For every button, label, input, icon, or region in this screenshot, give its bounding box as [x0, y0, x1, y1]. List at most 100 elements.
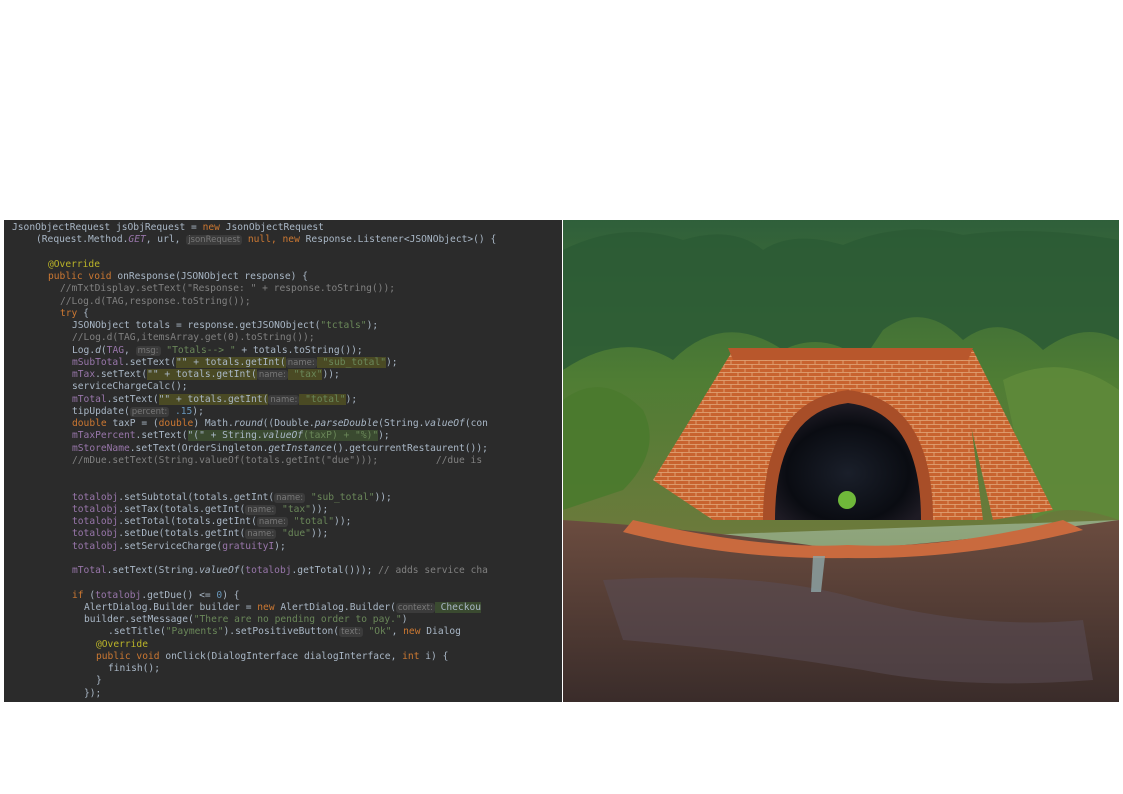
code-token: taxP = ( [112, 418, 159, 429]
code-token: }); [84, 687, 102, 699]
code-token: GET [128, 234, 146, 246]
code-token: round [233, 418, 263, 429]
code-token: "(" + String. [187, 430, 263, 442]
code-token: )); [334, 516, 352, 527]
code-token: .getDue() <= [141, 589, 217, 601]
code-token: "tax" [276, 503, 311, 515]
code-token: double [158, 418, 194, 429]
code-token: .setText( [95, 369, 148, 380]
code-line: finish(); [108, 663, 160, 675]
code-token: name: [245, 529, 277, 540]
code-line: //mTxtDisplay.setText("Response: " + res… [60, 283, 395, 295]
code-token: new [257, 601, 281, 613]
code-line: totalobj.setTax(totals.getInt(name: "tax… [72, 504, 328, 516]
code-token: )); [310, 528, 329, 540]
code-token: // adds service cha [378, 565, 488, 576]
code-token: builder.setMessage( [84, 614, 194, 625]
code-token: totalobj [72, 516, 119, 527]
code-token: tipUpdate( [72, 405, 130, 417]
code-token: null, [242, 234, 283, 246]
code-token: totalobj [245, 565, 292, 576]
code-token: totalobj [72, 491, 119, 503]
code-token: "sub_total" [316, 356, 387, 368]
code-token: , [391, 626, 404, 638]
code-token: onResponse [117, 271, 176, 282]
code-line: mStoreName.setText(OrderSingleton.getIns… [72, 443, 488, 455]
code-token: getInstance [268, 442, 332, 454]
code-line: try { [60, 308, 89, 320]
code-token: name: [245, 504, 277, 515]
code-token: text: [339, 627, 363, 638]
code-token: name: [256, 517, 288, 527]
code-line: }); [84, 688, 101, 700]
code-line: //mDue.setText(String.valueOf(totals.get… [72, 455, 482, 467]
code-line: public void onClick(DialogInterface dial… [96, 651, 448, 663]
code-token: Checkou [434, 601, 482, 613]
code-token: ((Double. [262, 418, 315, 429]
code-token: ) { [222, 589, 240, 601]
code-token: .setText(String. [106, 565, 200, 576]
code-token: public void [48, 271, 118, 282]
code-token: .setText(OrderSingleton. [129, 442, 269, 454]
code-line: //Log.d(TAG,response.toString()); [60, 296, 251, 308]
code-token: "total" [299, 393, 346, 405]
code-token: ); [192, 405, 204, 417]
code-token: ) Math. [193, 418, 234, 429]
code-token: totalobj [72, 540, 119, 552]
code-token: "due" [276, 528, 311, 540]
code-token: totalobj [72, 528, 119, 540]
code-line: totalobj.setServiceCharge(gratuityI); [72, 541, 286, 553]
code-token: JsonObjectRequest jsObjRequest = [12, 222, 203, 233]
code-line: totalobj.setDue(totals.getInt(name: "due… [72, 528, 328, 540]
code-token: Dialog [426, 626, 461, 638]
code-token: name: [285, 357, 317, 368]
code-line: AlertDialog.Builder builder = new AlertD… [84, 601, 482, 614]
code-line: mTaxPercent.setText("(" + String.valueOf… [72, 430, 390, 442]
code-token: percent: [129, 406, 170, 417]
code-token: //Log.d(TAG,response.toString()); [60, 295, 251, 307]
code-line: JSONObject totals = response.getJSONObje… [72, 320, 378, 332]
code-line: } [96, 675, 102, 687]
code-line: tipUpdate(percent: .15); [72, 406, 204, 418]
code-token: serviceChargeCalc(); [72, 381, 188, 393]
code-token: parseDouble [314, 418, 379, 429]
code-token: valueOf [199, 565, 240, 576]
code-token: "total" [287, 516, 335, 527]
code-line: @Override [96, 639, 148, 651]
code-token: totalobj [72, 503, 119, 515]
code-token: Log. [72, 344, 96, 356]
code-token: )); [310, 503, 329, 515]
code-token: "sub_total" [305, 491, 375, 503]
code-token: //mDue.setText(String.valueOf(totals.get… [72, 454, 483, 466]
code-line: JsonObjectRequest jsObjRequest = new Jso… [12, 222, 324, 234]
code-line: Log.d(TAG, msg: "Totals--> " + totals.to… [72, 345, 363, 357]
code-token: , [124, 344, 136, 356]
code-token: .setTotal(totals.getInt( [118, 516, 257, 527]
code-token: finish(); [108, 663, 160, 674]
code-token: @Override [48, 258, 100, 270]
code-token: ).setPositiveButton( [223, 626, 340, 638]
code-token: (taxP) + "%)" [303, 430, 379, 442]
code-token: jsonRequest [186, 235, 243, 246]
code-token: "There are no pending order to pay." [193, 614, 402, 625]
code-line: //Log.d(TAG,itemsArray.get(0).toString()… [72, 332, 315, 344]
code-line: mTotal.setText(String.valueOf(totalobj.g… [72, 565, 488, 577]
code-editor-screenshot: JsonObjectRequest jsObjRequest = new Jso… [4, 220, 562, 702]
code-token: gratuityI [222, 540, 275, 552]
code-token: valueOf [262, 430, 304, 442]
code-token: "" + totals.getInt( [175, 356, 286, 368]
code-token: new [202, 222, 226, 233]
code-token: .setText( [123, 356, 176, 368]
code-token: .getTotal())); [291, 565, 379, 576]
code-token: valueOf [424, 418, 465, 429]
code-token: (con [464, 418, 488, 429]
code-token: mTaxPercent [72, 430, 136, 442]
code-line: @Override [48, 259, 100, 271]
code-token: mTotal [72, 565, 107, 576]
code-token: (JSONObject response) { [175, 271, 308, 282]
code-token: ); [274, 540, 286, 552]
code-token: ); [366, 320, 379, 331]
code-line: builder.setMessage("There are no pending… [84, 614, 407, 626]
code-line: mSubTotal.setText("" + totals.getInt(nam… [72, 356, 398, 369]
code-token: (Request.Method. [36, 234, 129, 246]
